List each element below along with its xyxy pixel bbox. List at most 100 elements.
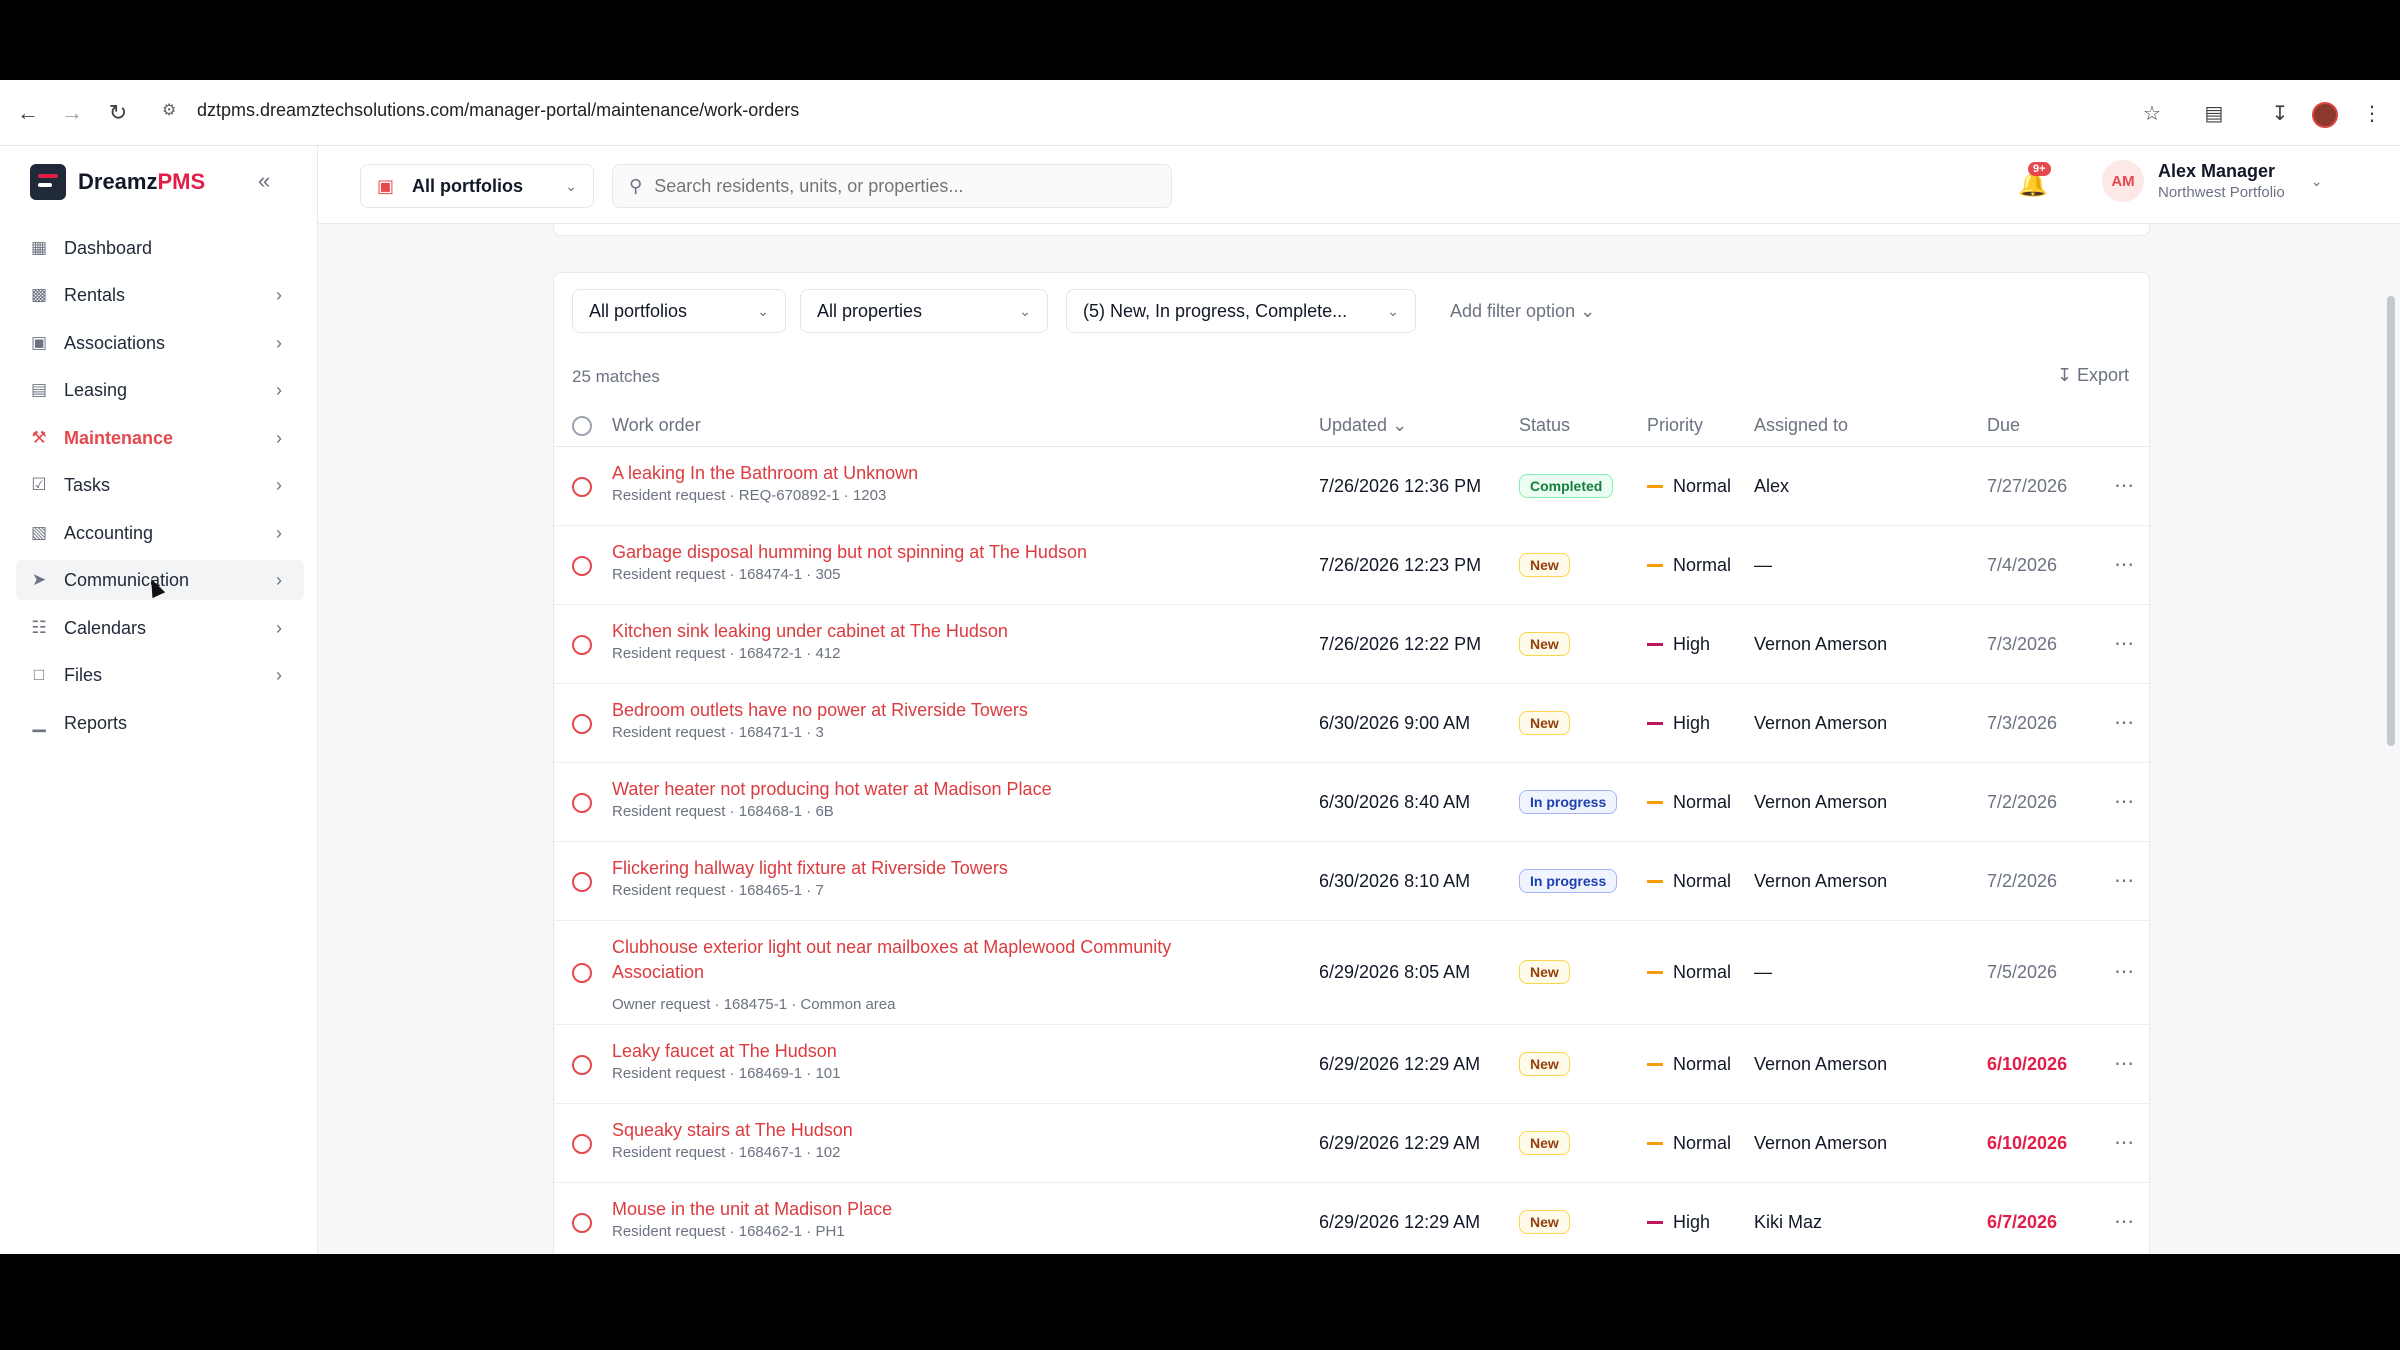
filter-status[interactable]: (5) New, In progress, Complete... ⌄ (1066, 289, 1416, 333)
sidebar-item-rentals[interactable]: ▩ Rentals › (16, 275, 304, 315)
sidebar-item-associations[interactable]: ▣ Associations › (16, 323, 304, 363)
back-icon[interactable]: ← (12, 97, 44, 129)
row-actions-icon[interactable]: ⋯ (2114, 710, 2134, 735)
work-order-meta: Resident request · 168474-1 · 305 (612, 566, 841, 583)
logo[interactable]: DreamzPMS (30, 164, 205, 200)
row-checkbox[interactable] (572, 792, 592, 813)
sidebar-item-calendars[interactable]: ☷ Calendars › (16, 608, 304, 648)
portfolio-selector[interactable]: ▣ All portfolios ⌄ (360, 164, 594, 208)
work-order-title[interactable]: Leaky faucet at The Hudson (612, 1039, 1212, 1064)
table-row[interactable]: Mouse in the unit at Madison Place Reside… (554, 1183, 2151, 1254)
priority-cell: Normal (1647, 962, 1731, 983)
search-input[interactable] (654, 175, 1135, 197)
reload-icon[interactable]: ↻ (102, 97, 134, 129)
column-assigned: Assigned to (1754, 415, 1849, 435)
table-row[interactable]: Bedroom outlets have no power at Riversi… (554, 684, 2151, 763)
user-menu[interactable]: AM Alex Manager Northwest Portfolio ⌄ (2102, 160, 2322, 202)
work-order-title[interactable]: Garbage disposal humming but not spinnin… (612, 540, 1212, 565)
row-checkbox[interactable] (572, 963, 592, 983)
row-actions-icon[interactable]: ⋯ (2114, 473, 2134, 498)
updated-cell: 7/26/2026 12:36 PM (1319, 475, 1482, 496)
select-all-checkbox[interactable] (572, 416, 592, 436)
column-updated[interactable]: Updated ⌄ (1319, 415, 1407, 436)
work-order-meta: Resident request · REQ-670892-1 · 1203 (612, 487, 887, 504)
due-cell: 7/3/2026 (1987, 633, 2058, 654)
scrollbar[interactable] (2387, 296, 2395, 746)
extensions-icon[interactable]: ▤ (2198, 97, 2230, 129)
table-row[interactable]: Garbage disposal humming but not spinnin… (554, 526, 2151, 605)
due-cell: 7/2/2026 (1987, 870, 2058, 891)
updated-cell: 6/30/2026 9:00 AM (1319, 712, 1471, 733)
work-order-title[interactable]: Kitchen sink leaking under cabinet at Th… (612, 619, 1212, 644)
row-checkbox[interactable] (572, 1133, 592, 1154)
work-order-title[interactable]: Squeaky stairs at The Hudson (612, 1118, 1212, 1143)
add-filter-button[interactable]: Add filter option ⌄ (1450, 301, 1595, 322)
collapse-sidebar-icon[interactable]: « (258, 168, 270, 194)
updated-cell: 6/29/2026 12:29 AM (1319, 1053, 1481, 1074)
due-cell: 7/4/2026 (1987, 554, 2058, 575)
table-row[interactable]: Flickering hallway light fixture at Rive… (554, 842, 2151, 921)
priority-dash-icon (1647, 1062, 1663, 1066)
row-actions-icon[interactable]: ⋯ (2114, 959, 2134, 984)
match-count: 25 matches (572, 367, 660, 386)
sidebar-item-files[interactable]: □ Files › (16, 655, 304, 695)
sidebar-item-maintenance[interactable]: ⚒ Maintenance › (16, 418, 304, 458)
chevron-right-icon: › (276, 569, 282, 590)
row-checkbox[interactable] (572, 476, 592, 497)
sidebar-item-dashboard[interactable]: ▦ Dashboard (16, 228, 304, 268)
work-order-meta: Resident request · 168468-1 · 6B (612, 803, 834, 820)
row-actions-icon[interactable]: ⋯ (2114, 1051, 2134, 1076)
row-checkbox[interactable] (572, 634, 592, 655)
assigned-cell: Alex (1754, 475, 1790, 496)
table-row[interactable]: Leaky faucet at The Hudson Resident reque… (554, 1025, 2151, 1104)
table-row[interactable]: Water heater not producing hot water at … (554, 763, 2151, 842)
work-order-title[interactable]: Mouse in the unit at Madison Place (612, 1197, 1212, 1222)
sidebar-item-tasks[interactable]: ☑ Tasks › (16, 465, 304, 505)
chevron-down-icon: ⌄ (565, 177, 577, 194)
chevron-right-icon: › (276, 284, 282, 305)
row-actions-icon[interactable]: ⋯ (2114, 1209, 2134, 1234)
site-info-icon[interactable]: ⚙ (162, 100, 176, 120)
priority-dash-icon (1647, 800, 1663, 804)
work-order-title[interactable]: Clubhouse exterior light out near mailbo… (612, 935, 1212, 985)
table-row[interactable]: A leaking In the Bathroom at Unknown Resi… (554, 447, 2151, 526)
download-icon[interactable]: ↧ (2264, 97, 2296, 129)
sidebar-item-label: Accounting (64, 522, 154, 543)
row-checkbox[interactable] (572, 1212, 592, 1233)
row-checkbox[interactable] (572, 1054, 592, 1075)
work-order-title[interactable]: Water heater not producing hot water at … (612, 777, 1212, 802)
row-actions-icon[interactable]: ⋯ (2114, 789, 2134, 814)
row-checkbox[interactable] (572, 871, 592, 892)
row-actions-icon[interactable]: ⋯ (2114, 1130, 2134, 1155)
more-menu-icon[interactable]: ⋮ (2356, 97, 2388, 129)
sidebar-item-leasing[interactable]: ▤ Leasing › (16, 370, 304, 410)
priority-cell: Normal (1647, 792, 1731, 813)
table-row[interactable]: Squeaky stairs at The Hudson Resident req… (554, 1104, 2151, 1183)
sidebar-item-reports[interactable]: ▁ Reports (16, 703, 304, 743)
bookmark-star-icon[interactable]: ☆ (2136, 97, 2168, 129)
search-bar[interactable]: ⚲ (612, 164, 1172, 208)
column-due: Due (1987, 415, 2021, 435)
row-checkbox[interactable] (572, 555, 592, 576)
due-cell: 7/3/2026 (1987, 712, 2058, 733)
filter-properties[interactable]: All properties ⌄ (800, 289, 1048, 333)
row-actions-icon[interactable]: ⋯ (2114, 552, 2134, 577)
status-badge: New (1519, 1051, 1570, 1076)
table-row[interactable]: Kitchen sink leaking under cabinet at Th… (554, 605, 2151, 684)
sidebar-item-accounting[interactable]: ▧ Accounting › (16, 513, 304, 553)
work-order-title[interactable]: A leaking In the Bathroom at Unknown (612, 461, 1212, 486)
row-actions-icon[interactable]: ⋯ (2114, 631, 2134, 656)
work-order-title[interactable]: Flickering hallway light fixture at Rive… (612, 856, 1212, 881)
table-row[interactable]: Clubhouse exterior light out near mailbo… (554, 921, 2151, 1025)
forward-icon[interactable]: → (56, 97, 88, 129)
assigned-cell: — (1754, 554, 1772, 575)
row-checkbox[interactable] (572, 713, 592, 734)
profile-avatar[interactable] (2312, 102, 2338, 128)
priority-cell: Normal (1647, 1054, 1731, 1075)
filter-portfolios[interactable]: All portfolios ⌄ (572, 289, 786, 333)
export-button[interactable]: ↧ Export (2057, 365, 2129, 386)
row-actions-icon[interactable]: ⋯ (2114, 868, 2134, 893)
work-order-title[interactable]: Bedroom outlets have no power at Riversi… (612, 698, 1212, 723)
address-bar[interactable]: dztpms.dreamztechsolutions.com/manager-p… (197, 100, 799, 121)
bank-icon: ▣ (30, 333, 48, 352)
